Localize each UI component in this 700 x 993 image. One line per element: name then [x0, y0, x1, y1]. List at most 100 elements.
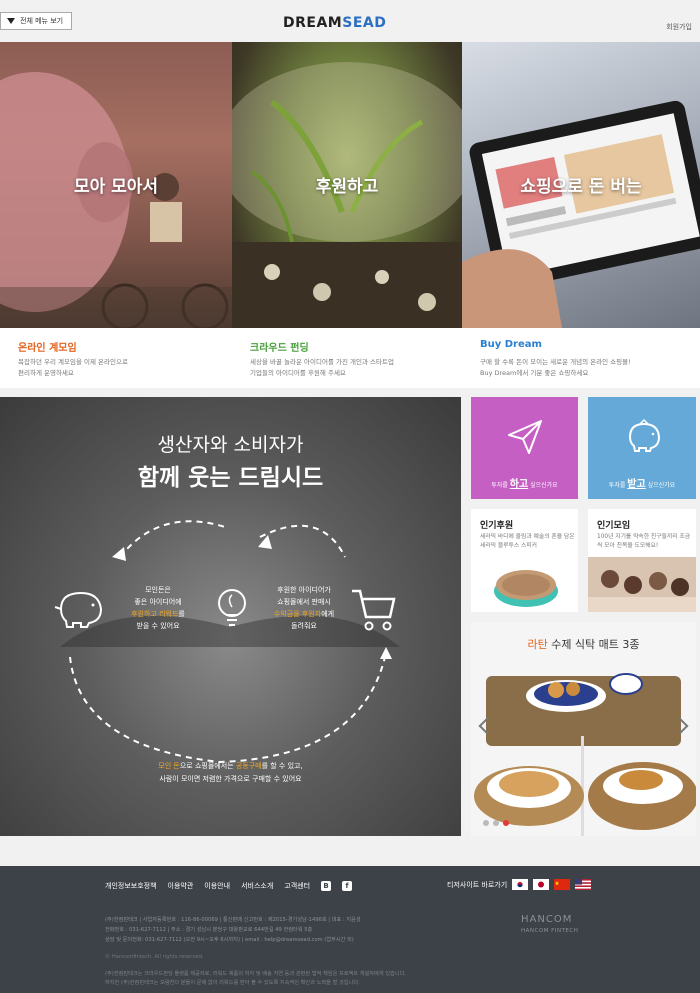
header: 전체 메뉴 보기 DREAMSEAD 회원가입 [0, 0, 700, 42]
desc-line: 복잡하던 우리 계모임을 이제 온라인으로 [18, 358, 128, 366]
logo-part2: SEAD [342, 15, 387, 31]
highlight: 후원하고 리워드 [131, 610, 179, 618]
teaser-sites: 티저사이트 바로가기 [447, 879, 592, 890]
promo-left-text: 모인돈은 좋은 아이디어에 후원하고 리워드를 받을 수 있어요 [108, 584, 208, 632]
product-showcase[interactable]: 라탄 수제 식탁 매트 3종 [471, 622, 696, 836]
facebook-icon[interactable]: f [342, 881, 353, 891]
text-line: 사람이 모이면 저렴한 가격으로 구매할 수 있어요 [159, 775, 302, 783]
hancom-fintech-label: HANCOM FINTECH [521, 928, 579, 934]
text: 에게 [321, 610, 335, 618]
hero-panel-buy-dream[interactable]: 쇼핑으로 돈 버는 Buy Dream 구매 할 수록 돈이 모이는 새로운 개… [462, 42, 700, 388]
piggy-bank-icon [628, 419, 661, 452]
page: 전체 메뉴 보기 DREAMSEAD 회원가입 모아 모아서 온라인 계모임 복… [0, 0, 700, 993]
footer-link-about[interactable]: 서비스소개 [241, 881, 273, 891]
footer-link-support[interactable]: 고객센터 [284, 881, 310, 891]
lightbulb-idea-icon [218, 589, 246, 626]
hancom-logo: HANCOM [521, 914, 573, 925]
title-highlight: 라탄 [527, 638, 548, 651]
promo-headline-2: 함께 웃는 드림시드 [137, 465, 324, 491]
text-line: 쇼핑몰에서 판매시 [277, 598, 331, 606]
promo-bottom-text: 모인 돈으로 쇼핑몰에서는 공동구매를 할 수 있고, 사람이 모이면 저렴한 … [0, 760, 461, 786]
promo-right-text: 후원한 아이디어가 쇼핑몰에서 판매시 수익금을 후원자에게 돌려줘요 [256, 584, 352, 632]
triangle-down-icon [7, 18, 15, 24]
title-text: 수제 식탁 매트 3종 [547, 638, 640, 651]
hero-description: 세상을 바꿀 놀라운 아이디어를 가진 개인과 스타트업 기업들의 아이디어를 … [250, 357, 450, 379]
all-menu-button[interactable]: 전체 메뉴 보기 [0, 12, 72, 30]
text-line: 모인돈은 [145, 586, 171, 594]
text: 투자를 [608, 482, 628, 489]
text: 싶으신가요 [645, 482, 676, 489]
card-title: 인기후원 [480, 521, 514, 531]
all-menu-label: 전체 메뉴 보기 [20, 17, 64, 25]
usa-flag-icon[interactable] [575, 879, 592, 890]
popular-support-card[interactable]: 인기후원 세라믹 바디에 울림과 예술의 혼을 담은 세라믹 블루투스 스피커 [471, 509, 578, 612]
shopping-cart-icon [352, 589, 396, 631]
slide-pagination [483, 820, 509, 826]
legal-note: (주)한컴핀테크는 크라우드펀딩 플랫폼 제공자로, 리워드 제품의 하자 및 … [105, 970, 435, 988]
text-line: 후원한 아이디어가 [277, 586, 331, 594]
text: 를 [178, 610, 185, 618]
text-line: 수익금을 후원자에게 [256, 608, 352, 620]
hero-panel-crowdfunding[interactable]: 후원하고 크라우드 펀딩 세상을 바꿀 놀라운 아이디어를 가진 개인과 스타트… [232, 42, 462, 388]
tile-caption: 투자를 받고 싶으신가요 [588, 475, 696, 490]
paper-plane-icon [508, 420, 542, 454]
text-line: 좋은 아이디어에 [134, 598, 182, 606]
text-line: 모인 돈으로 쇼핑몰에서는 공동구매를 할 수 있고, [0, 760, 461, 773]
hero-subtitle: 온라인 계모임 [18, 343, 77, 354]
hero-title: 후원하고 [315, 177, 379, 197]
promo-banner: 생산자와 소비자가 함께 웃는 드림시드 모인돈은 좋은 아이디어에 후원하고 … [0, 397, 461, 836]
friends-photo [588, 557, 696, 612]
piggy-bank-icon [54, 591, 103, 628]
blog-icon[interactable]: B [321, 881, 332, 891]
highlight: 모인 돈 [158, 762, 180, 770]
korea-flag-icon[interactable] [512, 879, 529, 890]
copyright: © Hancomfintech. All rights reserved. [105, 954, 204, 960]
note-line: (주)한컴핀테크는 크라우드펀딩 플랫폼 제공자로, 리워드 제품의 하자 및 … [105, 971, 406, 977]
invest-receive-tile[interactable]: 투자를 받고 싶으신가요 [588, 397, 696, 499]
hero-description: 구매 할 수록 돈이 모이는 새로운 개념의 온라인 쇼핑몰! Buy Drea… [480, 357, 680, 379]
speaker-product-image [494, 570, 558, 607]
hero-subtitle: Buy Dream [480, 339, 542, 350]
footer-nav: 개인정보보호정책 이용약관 이용안내 서비스소개 고객센터 B f [105, 881, 353, 891]
footer: 개인정보보호정책 이용약관 이용안내 서비스소개 고객센터 B f 티저사이트 … [0, 866, 700, 993]
desc-line: 구매 할 수록 돈이 모이는 새로운 개념의 온라인 쇼핑몰! [480, 358, 631, 366]
desc-line: Buy Dream에서 기분 좋은 쇼핑하세요 [480, 369, 589, 377]
invest-give-tile[interactable]: 투자를 하고 싶으신가요 [471, 397, 578, 499]
hero: 모아 모아서 온라인 계모임 복잡하던 우리 계모임을 이제 온라인으로 편리하… [0, 42, 700, 388]
slide-dot[interactable] [483, 820, 489, 826]
text-line: 받을 수 있어요 [136, 622, 180, 630]
highlight: 공동구매 [235, 762, 262, 770]
text: 투자를 [491, 482, 510, 489]
popular-meetup-card[interactable]: 인기모임 100년 지기를 약속한 친구들끼리 조금씩 모아 친목을 도모해요! [588, 509, 696, 612]
desc-line: 편리하게 운영하세요 [18, 369, 74, 377]
china-flag-icon[interactable] [554, 879, 571, 890]
signup-link[interactable]: 회원가입 [666, 22, 692, 32]
teaser-sites-label: 티저사이트 바로가기 [447, 880, 508, 889]
logo-part1: DREAM [283, 15, 343, 31]
slide-dot[interactable] [493, 820, 499, 826]
footer-link-privacy[interactable]: 개인정보보호정책 [105, 881, 157, 891]
text: 으로 쇼핑몰에서는 [179, 762, 236, 770]
text-line: 돌려줘요 [291, 622, 317, 630]
logo[interactable]: DREAMSEAD [283, 15, 386, 31]
text: 를 할 수 있고, [261, 762, 303, 770]
promo-headline-1: 생산자와 소비자가 [157, 434, 304, 456]
hero-title: 쇼핑으로 돈 버는 [520, 177, 642, 197]
hero-panel-group-savings[interactable]: 모아 모아서 온라인 계모임 복잡하던 우리 계모임을 이제 온라인으로 편리하… [0, 42, 232, 388]
info-line: 상담 및 문의전화: 031-627-7112 (오전 9시~오후 6시까지) … [105, 937, 354, 943]
company-info: (주)한컴핀테크 | 사업자등록번호 : 116-86-00069 | 통신판매… [105, 915, 445, 945]
card-description: 세라믹 바디에 울림과 예술의 혼을 담은 세라믹 블루투스 스피커 [480, 534, 575, 549]
text-emphasis: 받고 [627, 479, 646, 490]
tile-caption: 투자를 하고 싶으신가요 [471, 475, 578, 490]
slide-dot-active[interactable] [503, 820, 509, 826]
text-line: 후원하고 리워드를 [108, 608, 208, 620]
footer-link-terms[interactable]: 이용약관 [168, 881, 194, 891]
info-line: (주)한컴핀테크 | 사업자등록번호 : 116-86-00069 | 통신판매… [105, 917, 361, 923]
footer-link-guide[interactable]: 이용안내 [204, 881, 230, 891]
hero-description: 복잡하던 우리 계모임을 이제 온라인으로 편리하게 운영하세요 [18, 357, 218, 379]
text-emphasis: 하고 [509, 479, 529, 490]
text: 싶으신가요 [528, 482, 558, 489]
info-line: 전화번호 : 031-627-7112 | 주소 : 경기 성남시 분당구 대왕… [105, 927, 313, 933]
card-title: 인기모임 [597, 521, 631, 531]
japan-flag-icon[interactable] [533, 879, 550, 890]
